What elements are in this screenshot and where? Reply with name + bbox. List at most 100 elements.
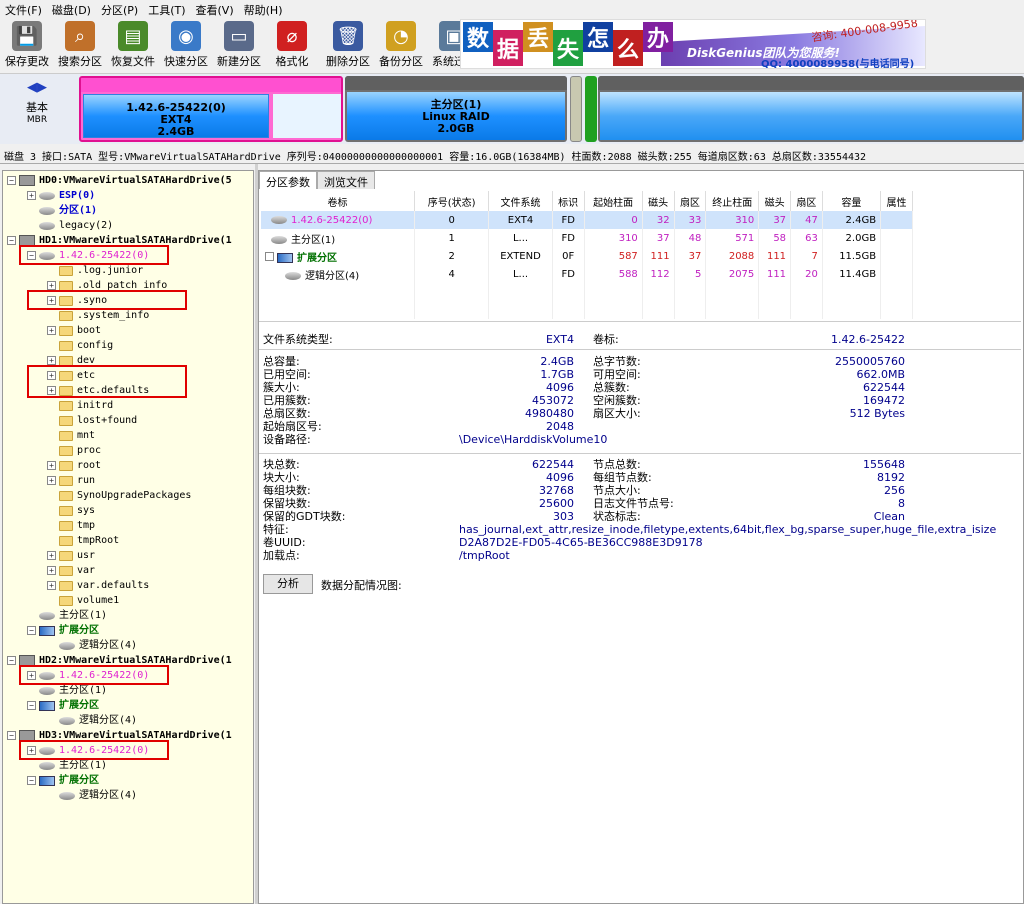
expand-toggle-icon[interactable]: − [7, 731, 16, 740]
expand-toggle-icon[interactable]: + [47, 566, 56, 575]
toolbar-button-3[interactable]: ◉ 快速分区 [161, 19, 211, 71]
menu-item-4[interactable]: 查看(V) [191, 0, 239, 17]
tree-node[interactable]: 逻辑分区(4) [47, 713, 137, 728]
tree-node[interactable]: 逻辑分区(4) [47, 788, 137, 803]
tree-node[interactable]: + boot [47, 323, 101, 338]
tree-node[interactable]: initrd [47, 398, 113, 413]
menu-item-0[interactable]: 文件(F) [0, 0, 47, 17]
folder-icon [59, 355, 73, 366]
tree-node[interactable]: lost+found [47, 413, 137, 428]
expand-toggle-icon[interactable]: − [27, 776, 36, 785]
expand-toggle-icon[interactable]: − [7, 236, 16, 245]
expand-toggle-icon[interactable]: − [27, 701, 36, 710]
expand-toggle-icon[interactable]: − [7, 176, 16, 185]
tree-node-label: var [77, 565, 96, 576]
tree-node[interactable]: 主分区(1) [27, 683, 107, 698]
column-header[interactable]: 序号(状态) [414, 191, 490, 211]
tree-node[interactable]: legacy(2) [27, 218, 113, 233]
tree-node[interactable]: + var [47, 563, 95, 578]
cell-value: 0 [448, 214, 455, 226]
toolbar-button-2[interactable]: ▤ 恢复文件 [108, 19, 158, 71]
tree-node[interactable]: proc [47, 443, 101, 458]
tree-node[interactable]: − 扩展分区 [27, 623, 99, 638]
collapse-toggle-icon[interactable] [265, 251, 274, 261]
menu-item-1[interactable]: 磁盘(D) [47, 0, 96, 17]
expand-toggle-icon[interactable]: + [47, 476, 56, 485]
column-header[interactable]: 磁头 [758, 191, 792, 211]
table-row[interactable]: 主分区(1) 1 L... FD 310 37 48 571 58 63 2.0GB [261, 229, 913, 247]
toolbar-button-4[interactable]: ▭ 新建分区 [214, 19, 264, 71]
toolbar-button-1[interactable]: ⌕ 搜索分区 [55, 19, 105, 71]
tab-browse-files[interactable]: 浏览文件 [317, 171, 375, 189]
tree-node[interactable]: 分区(1) [27, 203, 97, 218]
tree-node[interactable]: + usr [47, 548, 95, 563]
volume-label: 主分区(1) [291, 234, 336, 246]
tree-node[interactable]: + ESP(0) [27, 188, 95, 203]
tree-node[interactable]: tmpRoot [47, 533, 119, 548]
tree-node[interactable]: 主分区(1) [27, 758, 107, 773]
tree-node[interactable]: + run [47, 473, 95, 488]
tree-node[interactable]: volume1 [47, 593, 119, 608]
partition-block-1[interactable]: 主分区(1) Linux RAID 2.0GB [345, 76, 567, 142]
analyze-button[interactable]: 分析 [263, 574, 313, 594]
tree-node[interactable]: tmp [47, 518, 95, 533]
expand-toggle-icon[interactable]: + [27, 191, 36, 200]
menu-item-3[interactable]: 工具(T) [143, 0, 190, 17]
column-header[interactable]: 属性 [880, 191, 913, 211]
tree-node[interactable]: 逻辑分区(4) [47, 638, 137, 653]
table-cell: 37 [642, 229, 675, 247]
column-header[interactable]: 容量 [822, 191, 882, 211]
table-row[interactable]: 扩展分区 2 EXTEND 0F 587 111 37 2088 111 7 11.5GB [261, 247, 913, 265]
tree-node[interactable]: + var.defaults [47, 578, 149, 593]
menu-item-5[interactable]: 帮助(H) [239, 0, 288, 17]
column-header[interactable]: 文件系统 [488, 191, 553, 211]
partition-block-gap[interactable] [570, 76, 582, 142]
expand-toggle-icon[interactable]: + [47, 581, 56, 590]
tree-node[interactable]: 主分区(1) [27, 608, 107, 623]
table-cell [790, 283, 823, 301]
expand-toggle-icon[interactable]: + [47, 551, 56, 560]
advertisement-banner[interactable]: DiskGenius团队为您服务! 咨询: 400-008-9958 QQ: 4… [460, 19, 926, 69]
expand-toggle-icon[interactable]: + [47, 326, 56, 335]
table-row[interactable]: 1.42.6-25422(0) 0 EXT4 FD 0 32 33 310 37 47 2.4GB [261, 211, 913, 229]
tab-bar: 分区参数 浏览文件 [259, 171, 375, 189]
partition-block-logical[interactable] [598, 76, 1024, 142]
toolbar-button-5[interactable]: ⌀ 格式化 [267, 19, 317, 71]
expand-toggle-icon[interactable]: + [47, 461, 56, 470]
info-value: 622544 [863, 381, 905, 394]
menu-item-2[interactable]: 分区(P) [96, 0, 143, 17]
cell-value: 0 [631, 214, 638, 226]
column-header[interactable]: 起始柱面 [584, 191, 643, 211]
column-header[interactable]: 标识 [552, 191, 585, 211]
tree-node[interactable]: sys [47, 503, 95, 518]
disk-mbr-label: MBR [26, 115, 48, 125]
tree-node[interactable]: config [47, 338, 113, 353]
expand-toggle-icon[interactable]: + [47, 281, 56, 290]
column-header[interactable]: 扇区 [674, 191, 707, 211]
tree-node[interactable]: .system_info [47, 308, 149, 323]
column-header[interactable]: 终止柱面 [705, 191, 760, 211]
tree-node[interactable]: .log.junior [47, 263, 143, 278]
toolbar-button-7[interactable]: ◔ 备份分区 [376, 19, 426, 71]
column-header[interactable]: 卷标 [261, 191, 416, 211]
expand-toggle-icon[interactable]: + [47, 356, 56, 365]
table-row[interactable]: 逻辑分区(4) 4 L... FD 588 112 5 2075 111 20 11.4GB [261, 265, 913, 283]
tree-node[interactable]: mnt [47, 428, 95, 443]
tree-node[interactable]: − 扩展分区 [27, 773, 99, 788]
toolbar-button-6[interactable]: 🗑 删除分区 [323, 19, 373, 71]
ad-qq: QQ: 4000089958(与电话同号) [761, 59, 915, 69]
partition-block-0[interactable]: 1.42.6-25422(0) EXT4 2.4GB [79, 76, 343, 142]
column-header[interactable]: 扇区 [790, 191, 823, 211]
expand-toggle-icon[interactable]: − [7, 656, 16, 665]
tree-node[interactable]: + root [47, 458, 101, 473]
separator [259, 453, 1021, 454]
column-header[interactable]: 磁头 [642, 191, 675, 211]
tree-node[interactable]: − 扩展分区 [27, 698, 99, 713]
tab-partition-params[interactable]: 分区参数 [259, 171, 317, 189]
disk-nav-arrows-icon[interactable]: ◀▶ [10, 80, 64, 95]
partition-block-extended[interactable] [585, 76, 597, 142]
tree-node[interactable]: − HD0:VMwareVirtualSATAHardDrive(5 [7, 173, 232, 188]
toolbar-button-0[interactable]: 💾 保存更改 [2, 19, 52, 71]
expand-toggle-icon[interactable]: − [27, 626, 36, 635]
tree-node[interactable]: SynoUpgradePackages [47, 488, 191, 503]
